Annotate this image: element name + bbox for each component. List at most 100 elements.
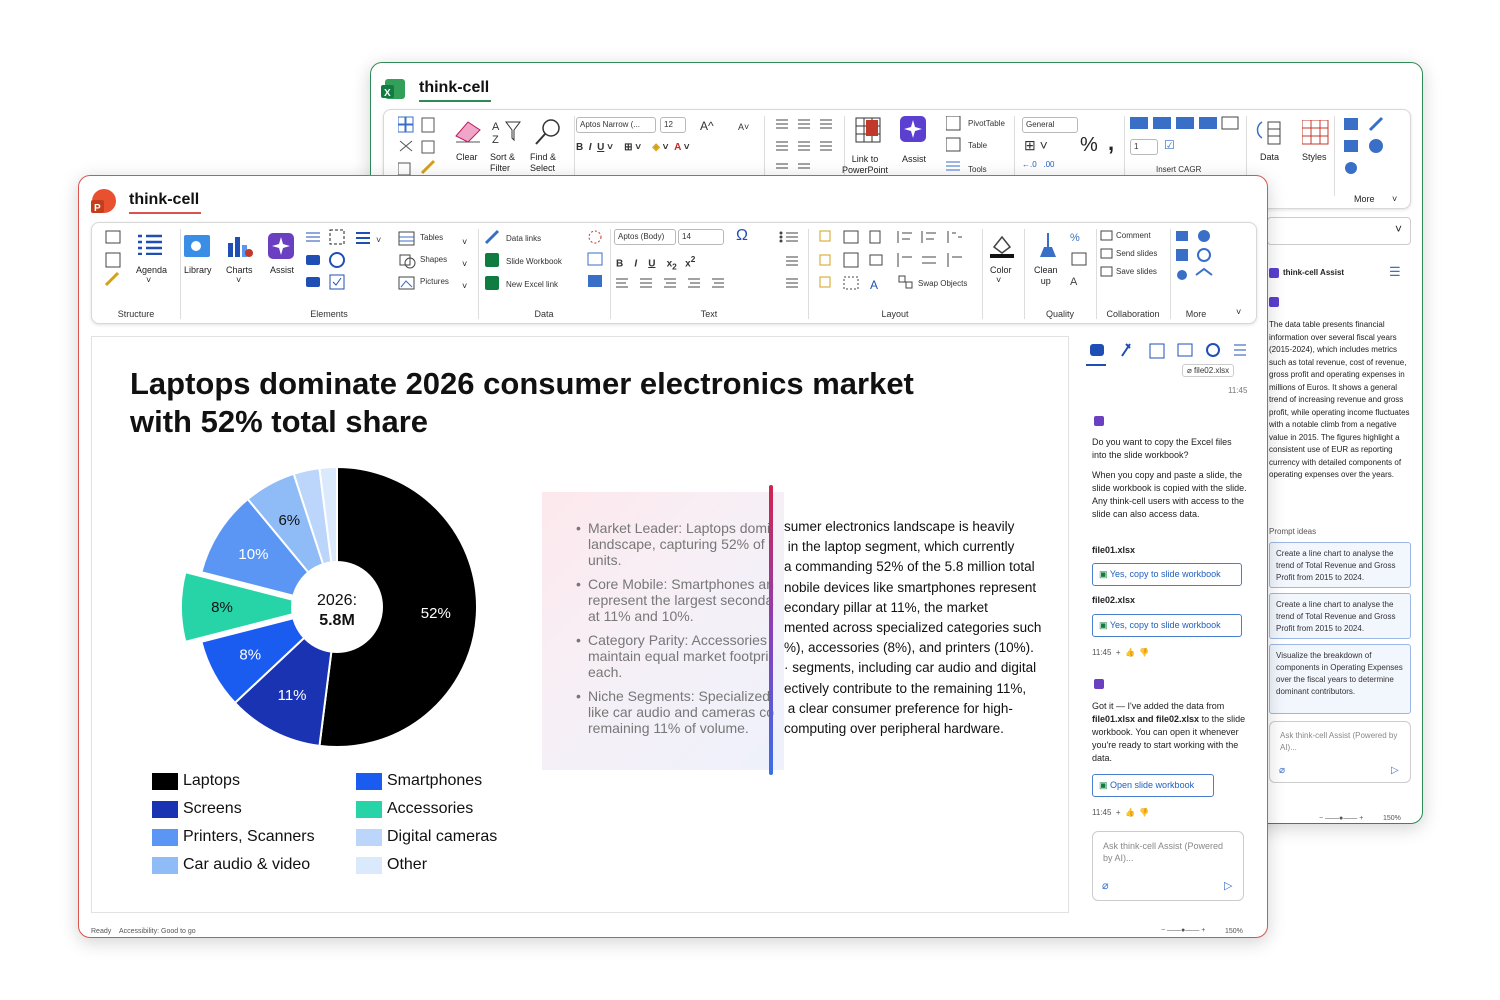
shapes-button[interactable]: Shapes — [420, 255, 447, 264]
more-tools-icons[interactable] — [1344, 116, 1388, 180]
svg-text:A˅: A˅ — [738, 122, 749, 132]
think-cell-tools-row[interactable] — [1130, 116, 1240, 136]
font-format-icons[interactable]: A^ A˅ — [700, 118, 756, 168]
prompt-idea-1[interactable]: Create a line chart to analyse the trend… — [1269, 542, 1411, 588]
color-button[interactable]: Color — [990, 265, 1012, 275]
tables-button[interactable]: Tables — [420, 233, 443, 242]
agenda-dropdown-icon[interactable]: ˅ — [146, 275, 151, 285]
send-icon[interactable]: ▷ — [1391, 765, 1399, 776]
comment-button[interactable]: Comment — [1116, 231, 1151, 240]
send-icon[interactable]: ▷ — [1224, 879, 1232, 892]
prompt-idea-3[interactable]: Visualize the breakdown of components in… — [1269, 644, 1411, 714]
menu-icon[interactable]: ☰ — [1389, 264, 1401, 280]
list-format-icons[interactable] — [778, 229, 808, 289]
ppt-assist-input[interactable]: Ask think-cell Assist (Powered by AI)... — [1092, 831, 1244, 901]
ppt-ribbon-expand-icon[interactable]: ˅ — [1236, 307, 1241, 317]
message-meta-1[interactable]: 11:45 + 👍 👎 — [1092, 648, 1149, 657]
message-meta-2[interactable]: 11:45 + 👍 👎 — [1092, 808, 1149, 817]
insert-cagr-button[interactable]: Insert CAGR — [1156, 165, 1201, 174]
color-dropdown-icon[interactable]: ˅ — [996, 275, 1001, 285]
pie-data-label: 8% — [211, 599, 233, 616]
clear-button[interactable]: Clear — [456, 152, 478, 162]
svg-text:A: A — [1070, 276, 1078, 288]
find-select-button[interactable]: Find & Select — [530, 152, 556, 174]
file1-label: file01.xlsx — [1092, 545, 1136, 555]
status-accessibility[interactable]: Accessibility: Good to go — [119, 928, 196, 935]
pie-chart[interactable]: 52% 11% 8% 8% 10% 6% 2026: 5.8M — [172, 462, 492, 752]
new-excel-link-button[interactable]: New Excel link — [506, 280, 558, 289]
ribbon-expand-icon[interactable]: ˅ — [1392, 194, 1397, 204]
excel-font-name[interactable]: Aptos Narrow (... — [576, 117, 656, 133]
more-icons[interactable] — [1174, 229, 1218, 289]
comma-icon[interactable]: , — [1108, 130, 1114, 156]
bullet-item: Niche Segments: Specializedlike car audi… — [574, 688, 774, 736]
excel-brand-underline — [419, 100, 491, 102]
currency-icon[interactable]: ⊞ ˅ — [1024, 137, 1048, 154]
divider — [1014, 116, 1015, 176]
attach-icon[interactable]: ⌀ — [1279, 765, 1285, 776]
clean-up-button[interactable]: Clean up — [1034, 265, 1058, 287]
paragraph-align-icons[interactable] — [616, 277, 726, 289]
ppt-assist-button[interactable]: Assist — [270, 265, 294, 275]
symbol-icon[interactable]: Ω — [736, 227, 748, 245]
library-icon — [184, 235, 210, 257]
number-format-select[interactable]: General — [1022, 117, 1078, 133]
open-slide-workbook-button[interactable]: ▣ Open slide workbook — [1092, 774, 1214, 797]
body-line: · segments, including car audio and digi… — [784, 660, 1037, 676]
alignment-icons[interactable] — [776, 118, 838, 176]
legend-swatch — [356, 856, 382, 874]
pivot-table-button[interactable]: PivotTable — [968, 119, 1005, 128]
element-tools-grid[interactable]: ˅ — [306, 229, 386, 291]
quality-side-icons[interactable]: %A — [1070, 229, 1090, 289]
library-button[interactable]: Library — [184, 265, 212, 275]
text-format-icons[interactable]: B I U x2 x2 — [616, 254, 695, 271]
styles-button[interactable]: Styles — [1302, 152, 1327, 162]
percent-icon[interactable]: % — [1080, 134, 1098, 157]
copy-file2-button[interactable]: ▣ Yes, copy to slide workbook — [1092, 614, 1242, 637]
ppt-zoom-slider[interactable]: − ——●—— + — [1161, 927, 1205, 934]
slide-workbook-button[interactable]: Slide Workbook — [506, 257, 562, 266]
excel-zoom-slider[interactable]: − ——●—— + — [1319, 815, 1363, 822]
data-side-icons[interactable] — [586, 229, 604, 289]
copy-file1-button[interactable]: ▣ Yes, copy to slide workbook — [1092, 563, 1242, 586]
prompt-idea-2[interactable]: Create a line chart to analyse the trend… — [1269, 593, 1411, 639]
data-icon — [1256, 121, 1281, 145]
agenda-button[interactable]: Agenda — [136, 265, 167, 275]
slide-title[interactable]: Laptops dominate 2026 consumer electroni… — [130, 365, 950, 441]
more-button[interactable]: More — [1354, 194, 1375, 204]
excel-dropdown[interactable]: ˅ — [1267, 217, 1411, 245]
excel-assist-button[interactable]: Assist — [902, 154, 926, 164]
elements-dropdowns[interactable]: ˅ ˅ ˅ — [462, 231, 467, 297]
table-button[interactable]: Table — [968, 141, 987, 150]
bold-italic-underline-icons[interactable]: B I U ˅ ⊞ ˅ ◈ ˅ A ˅ — [576, 142, 690, 153]
structure-icons[interactable] — [104, 229, 124, 289]
gradient-divider-bar — [769, 485, 773, 775]
excel-assist-input[interactable]: Ask think-cell Assist (Powered by AI)... — [1269, 721, 1411, 783]
ppt-font-size[interactable]: 14 — [678, 229, 724, 245]
tools-button[interactable]: Tools — [968, 165, 987, 174]
charts-dropdown-icon[interactable]: ˅ — [236, 275, 241, 285]
legend-swatch — [356, 800, 382, 818]
ppt-ribbon: Agenda ˅ Structure Library Charts ˅ Assi… — [91, 222, 1257, 324]
data-button[interactable]: Data — [1260, 152, 1279, 162]
stepper-select[interactable]: 1 — [1130, 139, 1158, 155]
send-slides-button[interactable]: Send slides — [1116, 249, 1157, 258]
attachment-chip[interactable]: ⌀ file02.xlsx — [1182, 364, 1235, 377]
clipboard-icon[interactable] — [398, 115, 438, 175]
slide-body-text[interactable]: sumer electronics landscape is heavily i… — [784, 517, 1046, 739]
assist-toolbar-icons[interactable] — [1086, 340, 1246, 362]
bullet-callout[interactable]: Market Leader: Laptops domilandscape, ca… — [542, 492, 784, 770]
checklist-icon[interactable]: ☑ — [1164, 138, 1175, 152]
divider — [574, 116, 575, 176]
attach-icon[interactable]: ⌀ — [1102, 879, 1109, 892]
excel-font-size[interactable]: 12 — [660, 117, 686, 133]
swap-objects-button[interactable]: Swap Objects — [918, 279, 967, 288]
pictures-button[interactable]: Pictures — [420, 277, 449, 286]
link-to-powerpoint-button[interactable]: Link to PowerPoint — [842, 154, 888, 176]
decimal-icons[interactable]: ←.0 .00 — [1022, 160, 1054, 169]
save-slides-button[interactable]: Save slides — [1116, 267, 1157, 276]
data-links-button[interactable]: Data links — [506, 234, 541, 243]
sort-filter-button[interactable]: Sort & Filter — [490, 152, 515, 174]
ppt-font-name[interactable]: Aptos (Body) — [614, 229, 676, 245]
charts-button[interactable]: Charts — [226, 265, 253, 275]
